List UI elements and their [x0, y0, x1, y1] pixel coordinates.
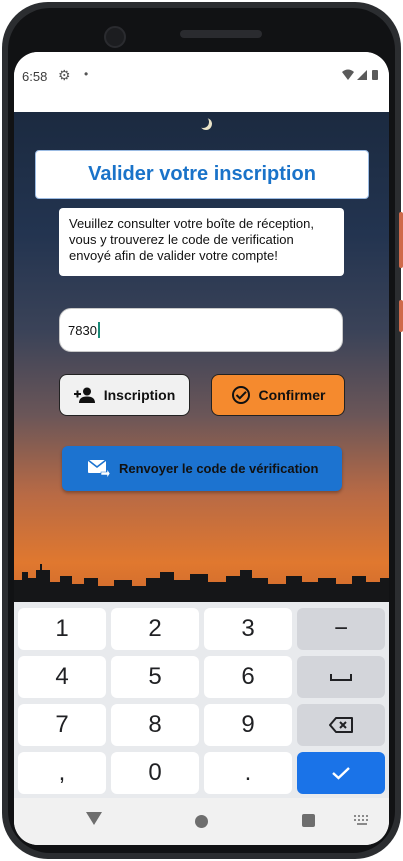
- earpiece-speaker: [180, 30, 262, 38]
- confirm-button[interactable]: Confirmer: [211, 374, 345, 416]
- title-card: Valider votre inscription: [35, 150, 369, 199]
- volume-button: [399, 212, 403, 268]
- system-nav-bar: [14, 798, 389, 845]
- confirm-button-label: Confirmer: [258, 387, 326, 403]
- code-input-value: 7830: [68, 322, 97, 338]
- settings-gear-icon: ⚙: [58, 67, 71, 83]
- battery-icon: [372, 70, 378, 80]
- numeric-keyboard: 1 2 3 − 4 5 6 7 8 9 , 0 .: [14, 602, 389, 798]
- nav-back-icon[interactable]: [86, 812, 102, 825]
- nav-recents-icon[interactable]: [302, 814, 315, 827]
- power-button: [399, 300, 403, 332]
- key-minus[interactable]: −: [297, 608, 385, 650]
- key-0-label: 0: [148, 759, 162, 786]
- screen: 6:58 ⚙ • Valider votre inscription Veuil…: [14, 52, 389, 845]
- status-time: 6:58: [22, 69, 48, 84]
- signal-icon: [357, 70, 367, 80]
- inscription-button-label: Inscription: [103, 387, 176, 403]
- key-5-label: 5: [148, 663, 162, 690]
- key-minus-label: −: [333, 615, 348, 642]
- key-3[interactable]: 3: [204, 608, 292, 650]
- key-8-label: 8: [148, 711, 162, 738]
- key-2[interactable]: 2: [111, 608, 199, 650]
- city-skyline: [14, 564, 389, 602]
- key-9-label: 9: [241, 711, 255, 738]
- key-3-label: 3: [241, 615, 255, 642]
- keyboard-switch-icon[interactable]: [354, 815, 370, 827]
- send-mail-icon: [88, 459, 110, 478]
- key-backspace[interactable]: [297, 704, 385, 746]
- key-1-label: 1: [55, 615, 69, 642]
- key-8[interactable]: 8: [111, 704, 199, 746]
- status-bar: 6:58 ⚙ •: [14, 52, 389, 112]
- key-5[interactable]: 5: [111, 656, 199, 698]
- key-2-label: 2: [148, 615, 162, 642]
- front-camera: [104, 26, 126, 48]
- key-9[interactable]: 9: [204, 704, 292, 746]
- key-7[interactable]: 7: [18, 704, 106, 746]
- status-right-icons: [341, 68, 379, 86]
- key-7-label: 7: [55, 711, 69, 738]
- key-space[interactable]: [297, 656, 385, 698]
- check-circle-icon: [231, 386, 250, 404]
- key-0[interactable]: 0: [111, 752, 199, 794]
- key-comma[interactable]: ,: [18, 752, 106, 794]
- text-cursor: [97, 322, 100, 338]
- moon-icon: [197, 116, 209, 128]
- resend-code-button-label: Renvoyer le code de vérification: [119, 461, 319, 476]
- key-4[interactable]: 4: [18, 656, 106, 698]
- phone-frame: 6:58 ⚙ • Valider votre inscription Veuil…: [0, 0, 403, 861]
- key-4-label: 4: [55, 663, 69, 690]
- page-title: Valider votre inscription: [88, 163, 316, 185]
- space-bar-icon: [330, 674, 352, 681]
- wifi-icon: [342, 69, 354, 80]
- checkmark-icon: [332, 767, 350, 780]
- key-period[interactable]: .: [204, 752, 292, 794]
- key-period-label: .: [244, 759, 252, 786]
- key-6[interactable]: 6: [204, 656, 292, 698]
- inscription-button[interactable]: Inscription: [59, 374, 190, 416]
- resend-code-button[interactable]: Renvoyer le code de vérification: [62, 446, 342, 491]
- backspace-icon: [329, 717, 353, 733]
- key-done[interactable]: [297, 752, 385, 794]
- key-comma-label: ,: [58, 759, 66, 786]
- info-message: Veuillez consulter votre boîte de récept…: [59, 208, 344, 276]
- verification-code-input[interactable]: 7830: [59, 308, 343, 352]
- key-1[interactable]: 1: [18, 608, 106, 650]
- add-person-icon: [73, 387, 95, 403]
- key-6-label: 6: [241, 663, 255, 690]
- nav-home-icon[interactable]: [195, 815, 208, 828]
- notification-dot: •: [84, 67, 89, 81]
